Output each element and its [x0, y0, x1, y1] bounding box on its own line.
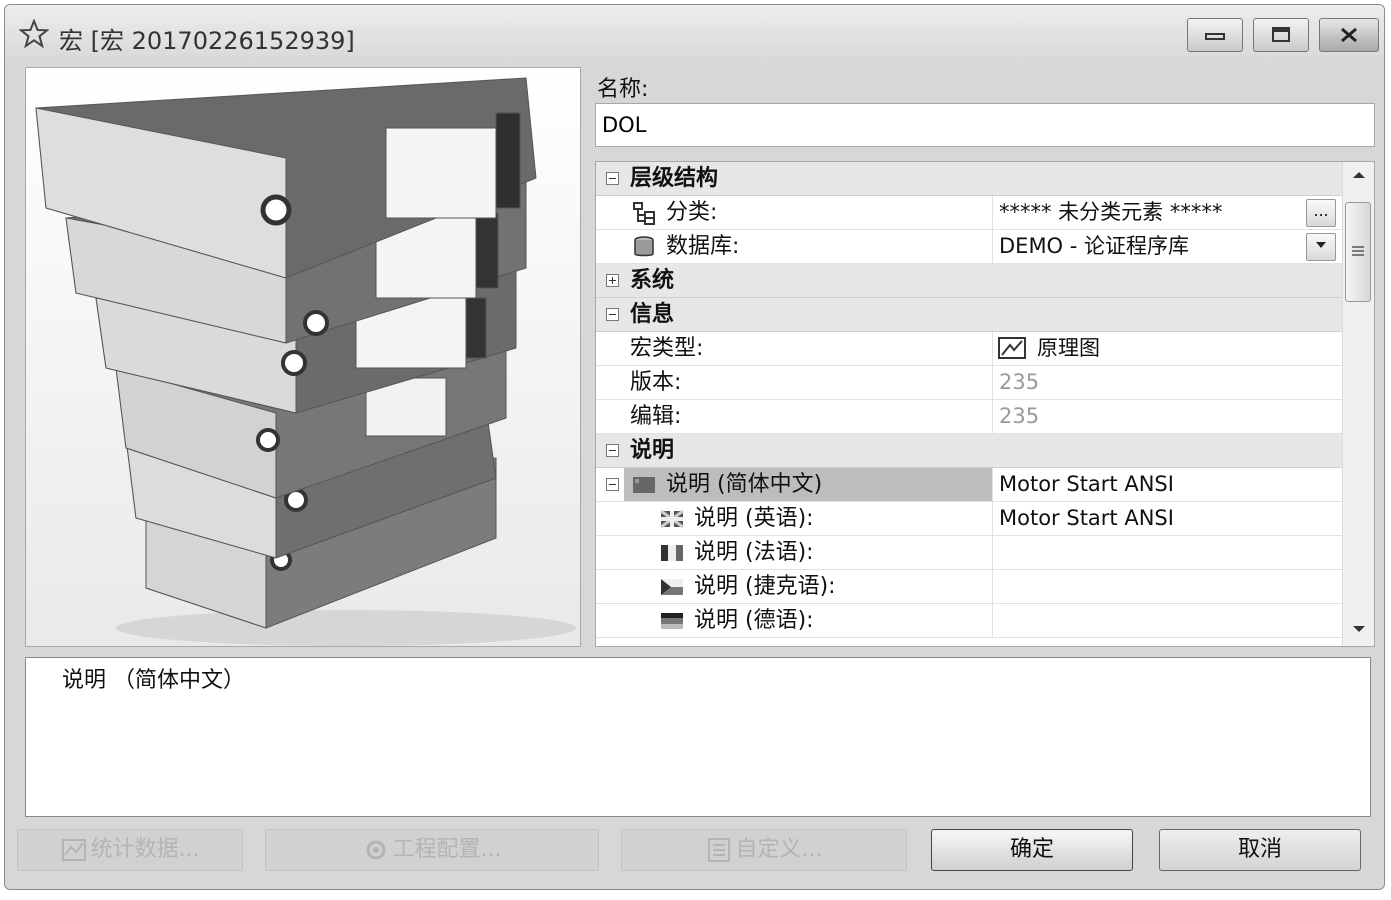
- config-icon: [366, 840, 385, 860]
- property-row-desc-de[interactable]: 说明 (德语):: [596, 604, 1342, 638]
- grip-icon: [1352, 246, 1364, 256]
- property-key: 宏类型:: [630, 336, 704, 361]
- property-row-version: 版本: 235: [596, 366, 1342, 400]
- customize-button[interactable]: 自定义...: [621, 829, 907, 871]
- section-system[interactable]: 系统: [596, 264, 1342, 298]
- maximize-button[interactable]: [1253, 18, 1309, 52]
- section-info[interactable]: 信息: [596, 298, 1342, 332]
- expand-toggle[interactable]: [606, 274, 619, 287]
- database-select[interactable]: DEMO - 论证程序库: [992, 230, 1342, 263]
- button-label: 工程配置...: [392, 837, 502, 862]
- star-icon: [19, 19, 49, 49]
- property-row-desc-en[interactable]: 说明 (英语): Motor Start ANSI: [596, 502, 1342, 536]
- czech-flag-icon: [661, 579, 683, 595]
- collapse-toggle[interactable]: [606, 444, 619, 457]
- name-label: 名称:: [597, 77, 649, 102]
- section-label: 说明: [630, 438, 675, 463]
- uk-flag-icon: [660, 509, 684, 529]
- close-icon: [1341, 27, 1357, 43]
- section-label: 系统: [630, 268, 675, 293]
- france-flag-icon: [661, 545, 683, 561]
- property-row-edit: 编辑: 235: [596, 400, 1342, 434]
- property-value[interactable]: Motor Start ANSI: [992, 502, 1342, 535]
- property-row-desc-zh[interactable]: 说明 (简体中文) Motor Start ANSI: [596, 468, 1342, 502]
- description-text: 说明 （简体中文）: [62, 668, 245, 693]
- minimize-button[interactable]: [1187, 18, 1243, 52]
- macro-dialog: 宏 [宏 20170226152939] 名称: DOL 层级结构 分类: **…: [4, 4, 1385, 890]
- property-key: 说明 (简体中文): [666, 472, 823, 497]
- description-panel: 说明 （简体中文）: [25, 657, 1371, 817]
- chart-icon: [61, 839, 86, 861]
- section-description[interactable]: 说明: [596, 434, 1342, 468]
- property-row-database[interactable]: 数据库: DEMO - 论证程序库: [596, 230, 1342, 264]
- property-value[interactable]: [992, 570, 1342, 603]
- property-value: 235: [992, 400, 1342, 433]
- cancel-button[interactable]: 取消: [1159, 829, 1361, 871]
- property-row-classification[interactable]: 分类: ***** 未分类元素 ***** ...: [596, 196, 1342, 230]
- list-icon: [707, 838, 730, 862]
- macro-preview-image: [25, 67, 581, 647]
- germany-flag-icon: [661, 613, 683, 629]
- china-flag-icon: [633, 477, 655, 493]
- property-key: 说明 (捷克语):: [694, 574, 836, 599]
- button-label: 自定义...: [735, 837, 823, 862]
- name-input[interactable]: [595, 103, 1375, 147]
- scroll-down-icon[interactable]: [1352, 624, 1366, 634]
- property-key: 编辑:: [630, 404, 682, 429]
- chevron-down-icon: [1316, 242, 1326, 248]
- section-label: 层级结构: [630, 166, 719, 191]
- collapse-toggle[interactable]: [606, 172, 619, 185]
- title-bar: 宏 [宏 20170226152939]: [5, 5, 1384, 65]
- collapse-toggle[interactable]: [606, 478, 619, 491]
- property-key: 版本:: [630, 370, 682, 395]
- property-key: 数据库:: [666, 234, 740, 259]
- collapse-toggle[interactable]: [606, 308, 619, 321]
- scroll-up-icon[interactable]: [1352, 170, 1366, 180]
- scrollbar-thumb[interactable]: [1345, 202, 1371, 302]
- browse-button[interactable]: ...: [1306, 199, 1336, 227]
- property-value[interactable]: [992, 604, 1342, 637]
- property-key: 说明 (英语):: [694, 506, 814, 531]
- property-value: 235: [992, 366, 1342, 399]
- minimize-icon: [1205, 33, 1225, 40]
- section-hierarchy[interactable]: 层级结构: [596, 162, 1342, 196]
- section-label: 信息: [630, 302, 675, 327]
- property-value: 原理图: [992, 332, 1342, 365]
- property-value[interactable]: Motor Start ANSI: [992, 468, 1342, 501]
- property-row-desc-cs[interactable]: 说明 (捷克语):: [596, 570, 1342, 604]
- binders-illustration: [26, 68, 580, 646]
- maximize-icon: [1272, 27, 1290, 42]
- ok-button[interactable]: 确定: [931, 829, 1133, 871]
- property-key: 说明 (法语):: [694, 540, 814, 565]
- dropdown-button[interactable]: [1306, 233, 1336, 261]
- property-key: 分类:: [666, 200, 718, 225]
- project-config-button[interactable]: 工程配置...: [265, 829, 599, 871]
- property-key: 说明 (德语):: [694, 608, 814, 633]
- property-value: ***** 未分类元素 *****: [992, 196, 1342, 229]
- property-row-desc-fr[interactable]: 说明 (法语):: [596, 536, 1342, 570]
- property-value[interactable]: [992, 536, 1342, 569]
- button-label: 统计数据...: [90, 837, 200, 862]
- statistics-button[interactable]: 统计数据...: [17, 829, 243, 871]
- property-grid-scrollbar[interactable]: [1342, 162, 1374, 646]
- property-row-macro-type[interactable]: 宏类型: 原理图: [596, 332, 1342, 366]
- property-grid: 层级结构 分类: ***** 未分类元素 ***** ... 数据库: DEMO…: [595, 161, 1375, 647]
- close-button[interactable]: [1319, 18, 1379, 52]
- database-icon: [634, 236, 654, 257]
- tree-structure-icon: [633, 202, 655, 225]
- window-title: 宏 [宏 20170226152939]: [59, 27, 355, 55]
